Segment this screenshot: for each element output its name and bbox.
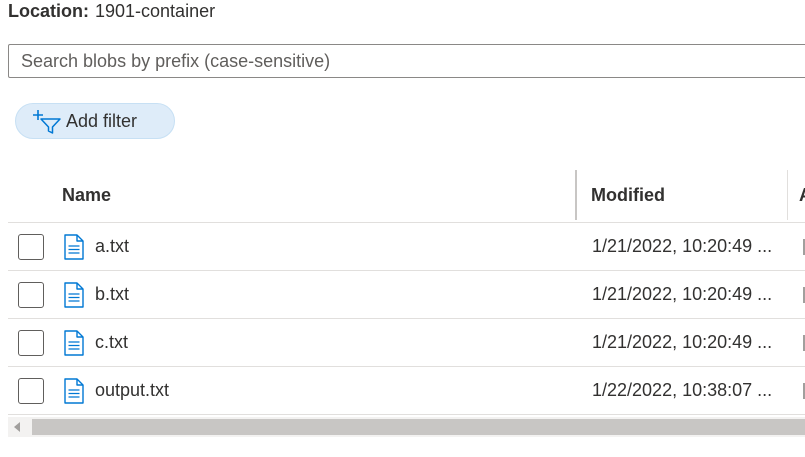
search-input[interactable]	[9, 45, 805, 77]
location-breadcrumb: Location: 1901-container	[8, 0, 215, 22]
location-value: 1901-container	[95, 1, 216, 21]
table-row[interactable]: c.txt 1/21/2022, 10:20:49 ...	[8, 319, 805, 367]
scrollbar-thumb[interactable]	[32, 419, 805, 435]
text-file-icon	[64, 282, 84, 308]
modified-date: 1/21/2022, 10:20:49 ...	[592, 284, 773, 304]
file-name-link[interactable]: a.txt	[95, 236, 129, 257]
row-checkbox[interactable]	[18, 234, 44, 260]
text-file-icon	[64, 234, 84, 260]
horizontal-scrollbar[interactable]	[8, 417, 805, 437]
scroll-left-icon[interactable]	[14, 422, 20, 432]
text-file-icon	[64, 378, 84, 404]
modified-date: 1/21/2022, 10:20:49 ...	[592, 332, 773, 352]
table-row[interactable]: output.txt 1/22/2022, 10:38:07 ...	[8, 367, 805, 415]
row-checkbox[interactable]	[18, 378, 44, 404]
column-header-modified[interactable]: Modified	[591, 185, 665, 206]
column-header-name[interactable]: Name	[62, 185, 111, 206]
file-name-link[interactable]: b.txt	[95, 284, 129, 305]
add-filter-label: Add filter	[66, 110, 138, 131]
table-row[interactable]: a.txt 1/21/2022, 10:20:49 ...	[8, 223, 805, 271]
table-body: a.txt 1/21/2022, 10:20:49 ... b.txt 1/21/20…	[8, 223, 805, 415]
location-label: Location:	[8, 1, 89, 21]
text-file-icon	[64, 330, 84, 356]
modified-date: 1/21/2022, 10:20:49 ...	[592, 236, 773, 256]
column-header-access-tier[interactable]: A	[799, 185, 805, 206]
table-row[interactable]: b.txt 1/21/2022, 10:20:49 ...	[8, 271, 805, 319]
add-filter-button[interactable]: Add filter	[15, 103, 175, 139]
row-checkbox[interactable]	[18, 330, 44, 356]
blob-table: Name Modified A a.txt 1/21/2022, 10:20:49…	[8, 170, 805, 415]
search-box[interactable]	[8, 44, 805, 78]
table-header: Name Modified A	[8, 170, 805, 223]
row-checkbox[interactable]	[18, 282, 44, 308]
file-name-link[interactable]: c.txt	[95, 332, 128, 353]
add-filter-icon	[33, 110, 61, 134]
column-resize-handle[interactable]	[575, 170, 577, 220]
modified-date: 1/22/2022, 10:38:07 ...	[592, 380, 773, 400]
column-divider	[787, 170, 788, 220]
file-name-link[interactable]: output.txt	[95, 380, 169, 401]
